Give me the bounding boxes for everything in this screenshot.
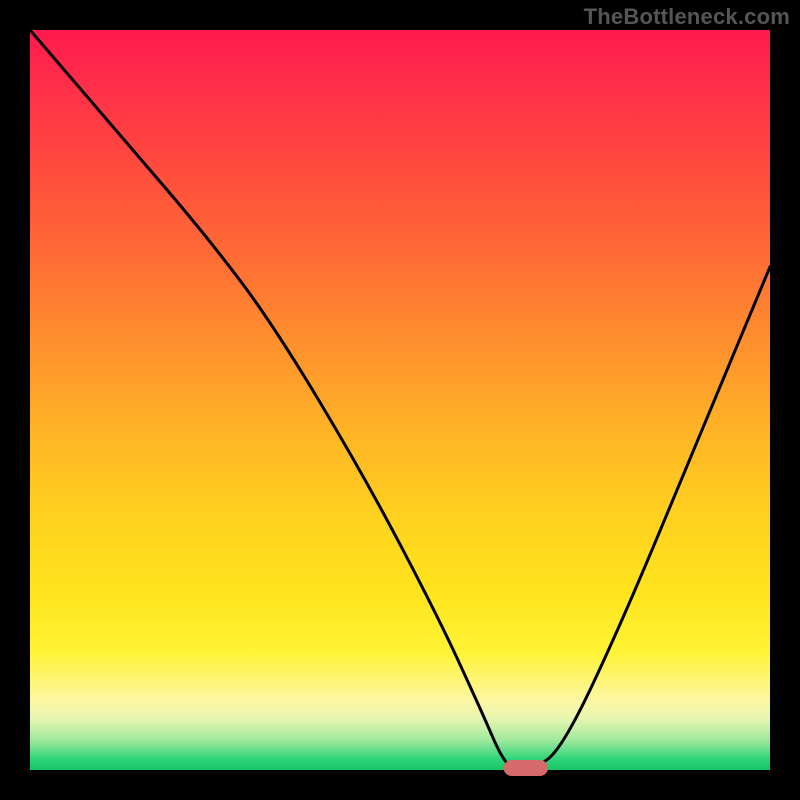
attribution-text: TheBottleneck.com [584,4,790,30]
chart-container: TheBottleneck.com [0,0,800,800]
bottleneck-chart [0,0,800,800]
plot-background [30,30,770,770]
optimum-marker [504,760,548,776]
